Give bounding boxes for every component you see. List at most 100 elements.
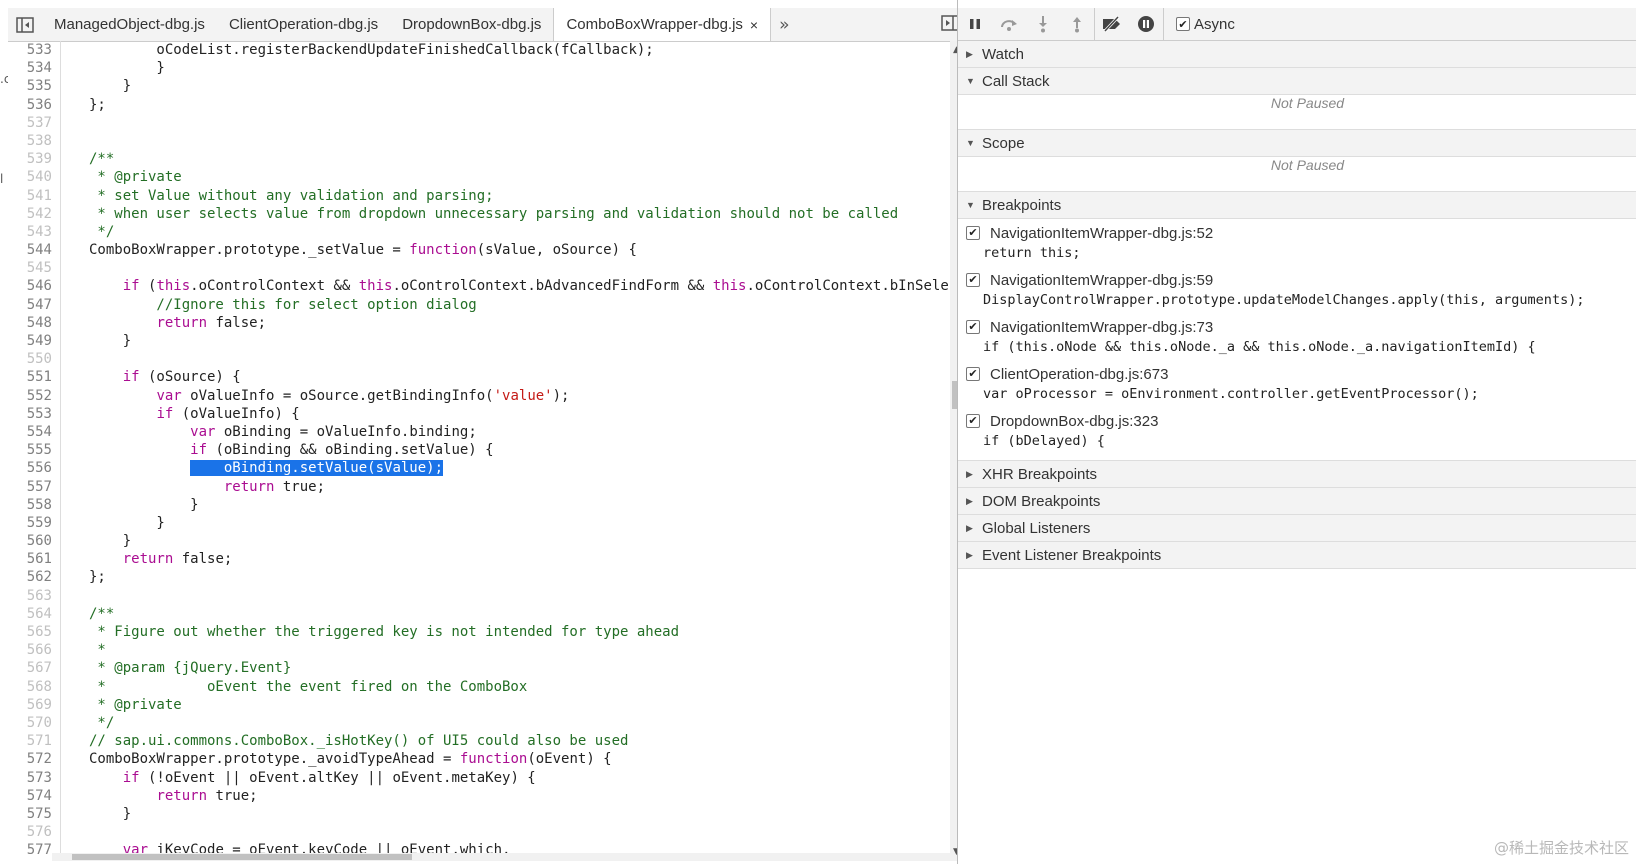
code-line[interactable]: 550 <box>8 350 950 369</box>
event-listener-breakpoints-section-header[interactable]: ▶ Event Listener Breakpoints <box>958 542 1636 569</box>
code-line[interactable]: 558 } <box>8 495 950 514</box>
line-number[interactable]: 546 <box>8 277 52 295</box>
editor-tab[interactable]: ClientOperation-dbg.js <box>217 8 390 41</box>
line-number[interactable]: 576 <box>8 823 52 841</box>
call-stack-section-header[interactable]: ▼ Call Stack <box>958 68 1636 95</box>
code-line[interactable]: 536}; <box>8 95 950 114</box>
line-number[interactable]: 563 <box>8 587 52 605</box>
code-line[interactable]: 546 if (this.oControlContext && this.oCo… <box>8 277 950 296</box>
line-number[interactable]: 557 <box>8 478 52 496</box>
breakpoint-header[interactable]: ✔ DropdownBox-dbg.js:323 <box>966 409 1636 433</box>
code-line[interactable]: 576 <box>8 823 950 842</box>
breakpoints-section-header[interactable]: ▼ Breakpoints <box>958 192 1636 219</box>
line-number[interactable]: 572 <box>8 750 52 768</box>
line-number[interactable]: 550 <box>8 350 52 368</box>
code-line[interactable]: 564 /** <box>8 604 950 623</box>
code-line[interactable]: 537 <box>8 113 950 132</box>
step-over-button[interactable] <box>992 8 1026 40</box>
line-number[interactable]: 539 <box>8 150 52 168</box>
line-number[interactable]: 537 <box>8 114 52 132</box>
close-tab-icon[interactable]: × <box>750 17 758 33</box>
breakpoint-item[interactable]: ✔ NavigationItemWrapper-dbg.js:73 if (this… <box>966 315 1636 362</box>
line-number[interactable]: 567 <box>8 659 52 677</box>
code-line[interactable]: 539 /** <box>8 150 950 169</box>
line-number[interactable]: 540 <box>8 168 52 186</box>
line-number[interactable]: 534 <box>8 59 52 77</box>
code-line[interactable]: 557 return true; <box>8 477 950 496</box>
breakpoint-item[interactable]: ✔ NavigationItemWrapper-dbg.js:52 return t… <box>966 221 1636 268</box>
global-listeners-section-header[interactable]: ▶ Global Listeners <box>958 515 1636 542</box>
step-out-button[interactable] <box>1060 8 1095 40</box>
line-number[interactable]: 553 <box>8 405 52 423</box>
breakpoint-checkbox[interactable]: ✔ <box>966 226 980 240</box>
code-line[interactable]: 541 * set Value without any validation a… <box>8 186 950 205</box>
line-number[interactable]: 562 <box>8 568 52 586</box>
line-number[interactable]: 570 <box>8 714 52 732</box>
code-line[interactable]: 535 } <box>8 77 950 96</box>
code-line[interactable]: 571 // sap.ui.commons.ComboBox._isHotKey(… <box>8 732 950 751</box>
line-number[interactable]: 561 <box>8 550 52 568</box>
line-number[interactable]: 573 <box>8 769 52 787</box>
breakpoint-code[interactable]: if (this.oNode && this.oNode._a && this.… <box>966 339 1636 362</box>
line-number[interactable]: 560 <box>8 532 52 550</box>
code-line[interactable]: 545 <box>8 259 950 278</box>
breakpoint-code[interactable]: DisplayControlWrapper.prototype.updateMo… <box>966 292 1636 315</box>
breakpoint-checkbox[interactable]: ✔ <box>966 320 980 334</box>
code-line[interactable]: 554 var oBinding = oValueInfo.binding; <box>8 422 950 442</box>
line-number[interactable]: 574 <box>8 787 52 805</box>
toggle-navigator-button[interactable] <box>8 8 42 41</box>
scope-section-header[interactable]: ▼ Scope <box>958 130 1636 157</box>
dom-breakpoints-section-header[interactable]: ▶ DOM Breakpoints <box>958 488 1636 515</box>
step-into-button[interactable] <box>1026 8 1060 40</box>
async-checkbox[interactable]: ✔ <box>1176 17 1190 31</box>
code-line[interactable]: 566 * <box>8 641 950 660</box>
code-line[interactable]: 565 * Figure out whether the triggered k… <box>8 623 950 642</box>
breakpoint-item[interactable]: ✔ NavigationItemWrapper-dbg.js:59 DisplayC… <box>966 268 1636 315</box>
line-number[interactable]: 564 <box>8 605 52 623</box>
line-number[interactable]: 533 <box>8 41 52 59</box>
breakpoint-checkbox[interactable]: ✔ <box>966 273 980 287</box>
line-number[interactable]: 569 <box>8 696 52 714</box>
code-line[interactable]: 563 <box>8 586 950 605</box>
line-number[interactable]: 547 <box>8 296 52 314</box>
pause-button[interactable] <box>958 8 992 40</box>
scrollbar-thumb[interactable] <box>72 854 412 860</box>
line-number[interactable]: 544 <box>8 241 52 259</box>
breakpoint-header[interactable]: ✔ NavigationItemWrapper-dbg.js:73 <box>966 315 1636 339</box>
code-line[interactable]: 540 * @private <box>8 168 950 187</box>
code-line[interactable]: 551 if (oSource) { <box>8 368 950 387</box>
more-tabs-button[interactable]: » <box>771 15 797 35</box>
code-line[interactable]: 572 ComboBoxWrapper.prototype._avoidTypeA… <box>8 750 950 769</box>
line-number[interactable]: 543 <box>8 223 52 241</box>
breakpoint-location[interactable]: ClientOperation-dbg.js:673 <box>990 366 1168 383</box>
code-line[interactable]: 560 } <box>8 532 950 551</box>
xhr-breakpoints-section-header[interactable]: ▶ XHR Breakpoints <box>958 461 1636 488</box>
code-line[interactable]: 548 return false; <box>8 313 950 332</box>
breakpoint-code[interactable]: var oProcessor = oEnvironment.controller… <box>966 386 1636 409</box>
code-line[interactable]: 570 */ <box>8 713 950 733</box>
line-number[interactable]: 571 <box>8 732 52 750</box>
line-number[interactable]: 568 <box>8 678 52 696</box>
line-number[interactable]: 554 <box>8 423 52 441</box>
editor-horizontal-scrollbar[interactable] <box>52 853 950 861</box>
code-line[interactable]: 562}; <box>8 568 950 587</box>
breakpoint-location[interactable]: NavigationItemWrapper-dbg.js:73 <box>990 319 1213 336</box>
code-line[interactable]: 553 if (oValueInfo) { <box>8 404 950 423</box>
breakpoint-location[interactable]: NavigationItemWrapper-dbg.js:59 <box>990 272 1213 289</box>
code-line[interactable]: 552 var oValueInfo = oSource.getBindingI… <box>8 386 950 405</box>
deactivate-breakpoints-button[interactable] <box>1095 8 1129 40</box>
editor-tab[interactable]: DropdownBox-dbg.js <box>390 8 553 41</box>
line-number[interactable]: 538 <box>8 132 52 150</box>
line-number[interactable]: 565 <box>8 623 52 641</box>
code-line[interactable]: 567 * @param {jQuery.Event} <box>8 659 950 678</box>
async-toggle[interactable]: ✔ Async <box>1164 8 1235 40</box>
line-number[interactable]: 548 <box>8 314 52 332</box>
line-number[interactable]: 577 <box>8 841 52 859</box>
code-line[interactable]: 534 } <box>8 59 950 78</box>
code-line[interactable]: 555 if (oBinding && oBinding.setValue) { <box>8 441 950 460</box>
line-number[interactable]: 575 <box>8 805 52 823</box>
code-line[interactable]: 547 //Ignore this for select option dial… <box>8 295 950 314</box>
line-number[interactable]: 536 <box>8 96 52 114</box>
line-number[interactable]: 555 <box>8 441 52 459</box>
line-number[interactable]: 549 <box>8 332 52 350</box>
